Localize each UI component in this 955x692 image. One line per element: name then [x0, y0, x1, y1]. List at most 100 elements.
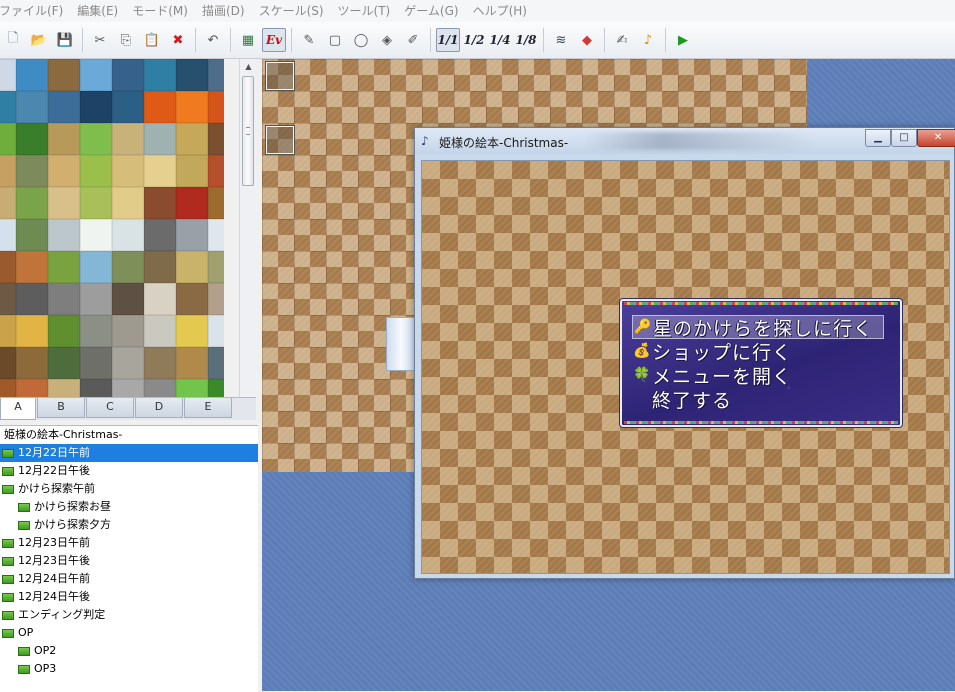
menu-mode[interactable]: モード(M): [125, 2, 195, 20]
copy-icon[interactable]: ⎘: [114, 28, 138, 52]
map-tree-item[interactable]: 12月24日午後: [0, 588, 258, 606]
tile[interactable]: [48, 315, 80, 347]
map-event[interactable]: [265, 61, 295, 91]
map-tree-item[interactable]: エンディング判定: [0, 606, 258, 624]
tileset-scrollbar[interactable]: ▲: [239, 59, 257, 397]
map-layer-icon[interactable]: ▦: [236, 28, 260, 52]
tile[interactable]: [112, 347, 144, 379]
tile[interactable]: [176, 379, 208, 397]
tile[interactable]: [0, 123, 16, 155]
tile[interactable]: [80, 283, 112, 315]
tile[interactable]: [16, 123, 48, 155]
delete-icon[interactable]: ✖: [166, 28, 190, 52]
tile[interactable]: [112, 283, 144, 315]
paste-icon[interactable]: 📋: [140, 28, 164, 52]
fill-icon[interactable]: ◈: [375, 28, 399, 52]
shadow-pen-icon[interactable]: ✐: [401, 28, 425, 52]
tile[interactable]: [208, 219, 224, 251]
tile[interactable]: [144, 379, 176, 397]
command-item[interactable]: 💰 ショップに行く: [632, 339, 792, 364]
tileset-scroll-thumb[interactable]: [242, 76, 254, 186]
scale-1-8-button[interactable]: 1/8: [514, 28, 538, 52]
tile[interactable]: [0, 283, 16, 315]
scroll-up-arrow-icon[interactable]: ▲: [240, 59, 257, 75]
event-layer-icon[interactable]: Ev: [262, 28, 286, 52]
map-tree-item[interactable]: OP2: [0, 642, 258, 660]
tile[interactable]: [208, 187, 224, 219]
tile[interactable]: [16, 91, 48, 123]
tile[interactable]: [80, 155, 112, 187]
tab-c[interactable]: C: [86, 398, 134, 418]
tile[interactable]: [16, 219, 48, 251]
ellipse-icon[interactable]: ◯: [349, 28, 373, 52]
command-item[interactable]: 🔑 星のかけらを探しに行く: [632, 315, 884, 340]
tile[interactable]: [208, 59, 224, 91]
tile[interactable]: [144, 155, 176, 187]
tile[interactable]: [112, 187, 144, 219]
tile[interactable]: [112, 155, 144, 187]
tile[interactable]: [144, 59, 176, 91]
close-button[interactable]: ✕: [917, 129, 955, 147]
tile[interactable]: [80, 347, 112, 379]
tile[interactable]: [112, 315, 144, 347]
map-tree-item[interactable]: かけら探索午前: [0, 480, 258, 498]
scale-1-2-button[interactable]: 1/2: [462, 28, 486, 52]
tab-b[interactable]: B: [37, 398, 85, 418]
map-tree-item[interactable]: かけら探索夕方: [0, 516, 258, 534]
tile[interactable]: [144, 187, 176, 219]
minimize-button[interactable]: ▁: [865, 129, 891, 147]
tile[interactable]: [48, 59, 80, 91]
menu-file[interactable]: ファイル(F): [0, 2, 70, 20]
tile[interactable]: [16, 379, 48, 397]
tile[interactable]: [0, 155, 16, 187]
map-event[interactable]: [265, 125, 295, 155]
tile[interactable]: [208, 91, 224, 123]
tile[interactable]: [80, 379, 112, 397]
tile[interactable]: [16, 59, 48, 91]
tile[interactable]: [48, 379, 80, 397]
tile[interactable]: [176, 91, 208, 123]
menu-game[interactable]: ゲーム(G): [397, 2, 465, 20]
tile[interactable]: [0, 91, 16, 123]
scale-1-4-button[interactable]: 1/4: [488, 28, 512, 52]
tile[interactable]: [48, 123, 80, 155]
map-tree-item[interactable]: 12月24日午前: [0, 570, 258, 588]
tile[interactable]: [0, 379, 16, 397]
database-icon[interactable]: ≋: [549, 28, 573, 52]
menu-help[interactable]: ヘルプ(H): [466, 2, 534, 20]
tile[interactable]: [112, 59, 144, 91]
tile[interactable]: [0, 315, 16, 347]
tile[interactable]: [208, 315, 224, 347]
tile[interactable]: [0, 59, 16, 91]
menu-edit[interactable]: 編集(E): [70, 2, 125, 20]
tile[interactable]: [144, 283, 176, 315]
tile[interactable]: [112, 251, 144, 283]
menu-scale[interactable]: スケール(S): [252, 2, 331, 20]
command-item[interactable]: 🍀 メニューを開く: [632, 363, 792, 388]
tile[interactable]: [176, 283, 208, 315]
tile[interactable]: [112, 379, 144, 397]
material-manager-icon[interactable]: ◆: [575, 28, 599, 52]
tile[interactable]: [16, 155, 48, 187]
command-item[interactable]: 終了する: [632, 387, 732, 412]
undo-icon[interactable]: ↶: [201, 28, 225, 52]
tab-e[interactable]: E: [184, 398, 232, 418]
map-tree-item[interactable]: OP: [0, 624, 258, 642]
game-window-titlebar[interactable]: ♪ 姫様の絵本-Christmas- ▁ □ ✕: [415, 128, 955, 154]
tile[interactable]: [0, 219, 16, 251]
map-tree-item[interactable]: 12月22日午前: [0, 444, 258, 462]
tab-d[interactable]: D: [135, 398, 183, 418]
tile[interactable]: [16, 283, 48, 315]
tile[interactable]: [112, 123, 144, 155]
map-tree-item[interactable]: かけら探索お昼: [0, 498, 258, 516]
tile[interactable]: [176, 187, 208, 219]
tile[interactable]: [80, 219, 112, 251]
tile[interactable]: [48, 219, 80, 251]
tile[interactable]: [0, 347, 16, 379]
save-project-icon[interactable]: 💾: [53, 28, 77, 52]
cut-icon[interactable]: ✂: [88, 28, 112, 52]
tile[interactable]: [80, 187, 112, 219]
tile[interactable]: [176, 219, 208, 251]
tile[interactable]: [48, 347, 80, 379]
tile[interactable]: [144, 251, 176, 283]
